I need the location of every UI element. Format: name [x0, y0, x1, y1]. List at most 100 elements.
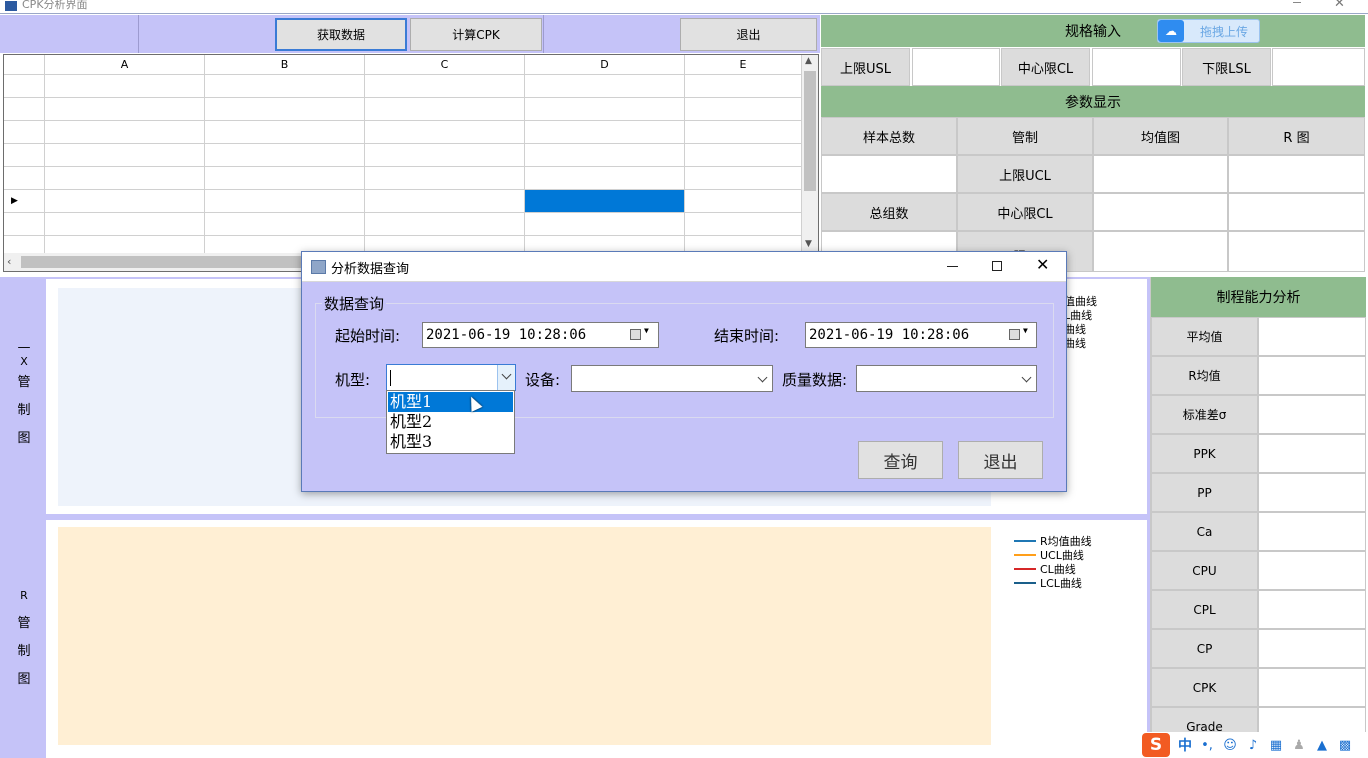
- grid-row-header[interactable]: [4, 167, 45, 190]
- legend-line: [1014, 582, 1036, 584]
- start-time-picker[interactable]: 2021-06-19 10:28:06 ▼: [422, 322, 659, 348]
- hscroll-thumb[interactable]: [21, 256, 301, 268]
- capability-item-label: CPL: [1151, 590, 1258, 629]
- maximize-icon[interactable]: [992, 261, 1002, 271]
- grid-cell[interactable]: [365, 144, 525, 167]
- model-select[interactable]: [386, 364, 516, 391]
- grid-cell[interactable]: [205, 213, 365, 236]
- capability-item-value: [1258, 356, 1366, 395]
- ime-lang-indicator[interactable]: 中: [1178, 735, 1192, 755]
- dropdown-option[interactable]: 机型2: [388, 412, 513, 432]
- close-icon[interactable]: ✕: [1036, 255, 1049, 274]
- user-icon[interactable]: ♟: [1290, 736, 1308, 754]
- grid-cell[interactable]: [525, 167, 685, 190]
- grid-cell[interactable]: [45, 121, 205, 144]
- vertical-scrollbar[interactable]: ▲ ▼: [802, 55, 818, 251]
- dropdown-option[interactable]: 机型1: [388, 392, 513, 412]
- dialog-exit-button[interactable]: 退出: [958, 441, 1043, 479]
- calendar-icon[interactable]: [630, 329, 641, 340]
- grid-cell[interactable]: [45, 167, 205, 190]
- skin-icon[interactable]: ▲: [1313, 736, 1331, 754]
- grid-col-header[interactable]: C: [365, 55, 525, 75]
- grid-cell[interactable]: [205, 75, 365, 98]
- x-chart-label-char: 图: [17, 431, 31, 446]
- grid-cell[interactable]: [525, 190, 685, 213]
- grid-col-header[interactable]: B: [205, 55, 365, 75]
- lsl-label: 下限LSL: [1182, 48, 1271, 86]
- grid-col-header[interactable]: E: [685, 55, 802, 75]
- grid-cell[interactable]: [45, 75, 205, 98]
- dropdown-option[interactable]: 机型3: [388, 432, 513, 452]
- grid-cell[interactable]: [685, 167, 802, 190]
- get-data-button[interactable]: 获取数据: [275, 18, 407, 51]
- lcl-mean-value: [1093, 231, 1228, 272]
- grid-cell[interactable]: [365, 190, 525, 213]
- close-icon[interactable]: ✕: [1334, 0, 1345, 11]
- quality-data-select[interactable]: [856, 365, 1037, 392]
- scroll-thumb[interactable]: [804, 71, 816, 191]
- end-time-picker[interactable]: 2021-06-19 10:28:06 ▼: [805, 322, 1037, 348]
- grid-cell[interactable]: [365, 167, 525, 190]
- grid-cell[interactable]: [365, 121, 525, 144]
- grid-cell[interactable]: [45, 98, 205, 121]
- grid-col-header[interactable]: D: [525, 55, 685, 75]
- usl-input[interactable]: [912, 48, 1000, 86]
- lsl-input[interactable]: [1272, 48, 1365, 86]
- punctuation-icon[interactable]: •,: [1198, 736, 1216, 754]
- model-dropdown-button[interactable]: [497, 365, 515, 390]
- grid-cell[interactable]: [685, 98, 802, 121]
- exit-button[interactable]: 退出: [680, 18, 817, 51]
- keyboard-icon[interactable]: ▦: [1267, 736, 1285, 754]
- grid-cell[interactable]: [525, 213, 685, 236]
- grid-cell[interactable]: [45, 190, 205, 213]
- grid-row-header[interactable]: [4, 144, 45, 167]
- model-dropdown-list[interactable]: 机型1 机型2 机型3: [386, 390, 515, 454]
- grid-cell[interactable]: [205, 121, 365, 144]
- calendar-icon[interactable]: [1009, 329, 1020, 340]
- grid-cell[interactable]: [685, 190, 802, 213]
- calc-cpk-button[interactable]: 计算CPK: [410, 18, 542, 51]
- emoji-icon[interactable]: ☺: [1221, 736, 1239, 754]
- scroll-down-icon[interactable]: ▼: [805, 239, 812, 249]
- grid-cell[interactable]: [685, 75, 802, 98]
- grid-cell[interactable]: [685, 213, 802, 236]
- upload-button[interactable]: ☁ 拖拽上传: [1157, 19, 1260, 43]
- grid-cell[interactable]: [685, 121, 802, 144]
- grid-cell[interactable]: [525, 144, 685, 167]
- grid-cell[interactable]: [45, 144, 205, 167]
- data-grid[interactable]: A B C D E ▶ ▲ ▼ ‹: [3, 54, 819, 272]
- grid-row-header[interactable]: [4, 75, 45, 98]
- grid-cell[interactable]: [365, 75, 525, 98]
- chevron-down-icon[interactable]: ▼: [644, 326, 649, 335]
- grid-cell[interactable]: [685, 144, 802, 167]
- grid-cell[interactable]: [205, 190, 365, 213]
- scroll-left-icon[interactable]: ‹: [7, 255, 11, 268]
- ime-toolbar[interactable]: S 中 •, ☺ ♪ ▦ ♟ ▲ ▩: [1142, 732, 1368, 758]
- chevron-down-icon[interactable]: ▼: [1023, 326, 1028, 335]
- cl-input[interactable]: [1092, 48, 1181, 86]
- minimize-icon[interactable]: [1293, 2, 1301, 3]
- grid-cell[interactable]: [525, 98, 685, 121]
- capability-item-label: CPK: [1151, 668, 1258, 707]
- grid-cell[interactable]: [365, 213, 525, 236]
- scroll-up-icon[interactable]: ▲: [805, 56, 812, 66]
- grid-row-header[interactable]: [4, 213, 45, 236]
- grid-cell[interactable]: [205, 98, 365, 121]
- grid-cell[interactable]: [205, 167, 365, 190]
- text-caret: [390, 370, 391, 386]
- sogou-logo-icon[interactable]: S: [1142, 733, 1170, 757]
- grid-row-header[interactable]: [4, 121, 45, 144]
- device-select[interactable]: [571, 365, 773, 392]
- minimize-icon[interactable]: [947, 266, 958, 267]
- microphone-icon[interactable]: ♪: [1244, 736, 1262, 754]
- grid-cell[interactable]: [525, 75, 685, 98]
- grid-cell[interactable]: [45, 213, 205, 236]
- query-button[interactable]: 查询: [858, 441, 943, 479]
- grid-cell[interactable]: [365, 98, 525, 121]
- grid-cell[interactable]: [525, 121, 685, 144]
- grid-cell[interactable]: [205, 144, 365, 167]
- grid-col-header[interactable]: A: [45, 55, 205, 75]
- capability-item-value: [1258, 473, 1366, 512]
- grid-row-header[interactable]: [4, 98, 45, 121]
- toolbox-icon[interactable]: ▩: [1336, 736, 1354, 754]
